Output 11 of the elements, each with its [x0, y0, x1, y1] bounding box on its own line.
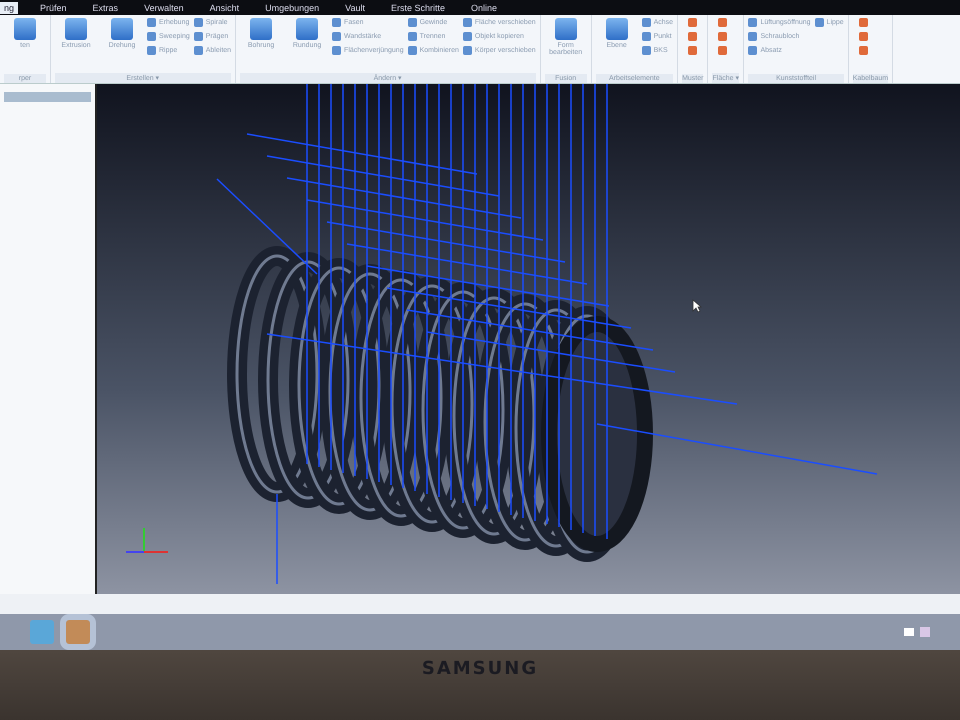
ribbon-tab[interactable]: Prüfen	[36, 2, 71, 14]
mouse-pointer-icon	[692, 299, 702, 313]
ribbon-tab[interactable]: Ansicht	[206, 2, 244, 14]
ribbon-tab[interactable]: Verwalten	[140, 2, 188, 14]
ribbon-tab[interactable]: Extras	[88, 2, 122, 14]
ribbon-tab[interactable]: Umgebungen	[261, 2, 324, 14]
browser-search-field[interactable]	[4, 92, 91, 102]
ribbon-tab[interactable]: Online	[467, 2, 502, 14]
ribbon-tab[interactable]: Vault	[341, 2, 370, 14]
ribbon-tab[interactable]: ng	[0, 2, 18, 14]
ribbon-tab[interactable]: Erste Schritte	[387, 2, 450, 14]
